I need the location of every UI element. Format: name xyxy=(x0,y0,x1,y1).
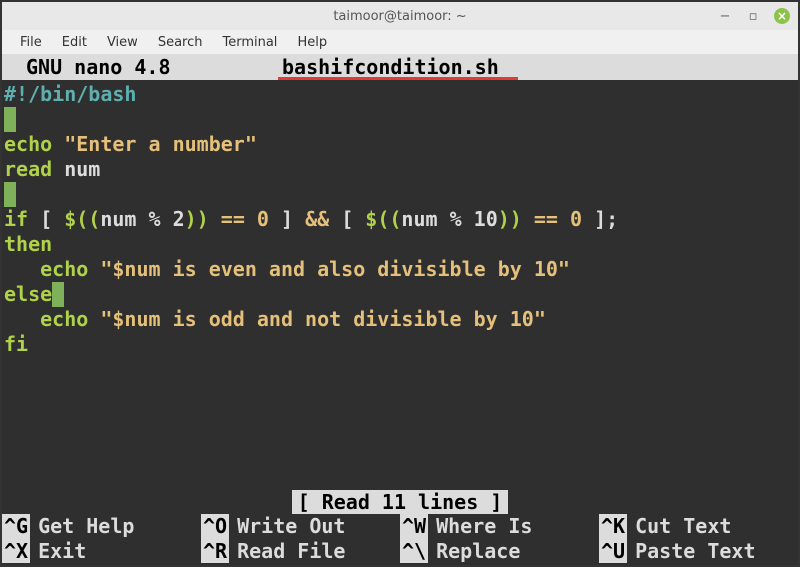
terminal-area[interactable]: GNU nano 4.8 bashifcondition.sh #!/bin/b… xyxy=(2,54,798,565)
shortcut-write-out[interactable]: ^OWrite Out xyxy=(201,514,400,538)
code-content: #!/bin/bash echo "Enter a number" read n… xyxy=(4,82,796,357)
code-read-var: num xyxy=(64,157,100,181)
code-echo2-str: "$num is even and also divisible by 10" xyxy=(100,257,570,281)
code-else-kw: else xyxy=(4,282,52,306)
code-shebang: #!/bin/bash xyxy=(4,82,136,106)
code-if-kw: if xyxy=(4,207,28,231)
menu-help[interactable]: Help xyxy=(287,33,337,52)
shortcut-paste-text[interactable]: ^UPaste Text xyxy=(599,539,798,563)
code-echo3-str: "$num is odd and not divisible by 10" xyxy=(100,307,546,331)
shortcut-where-is[interactable]: ^WWhere Is xyxy=(400,514,599,538)
menu-view[interactable]: View xyxy=(97,33,148,52)
minimize-button[interactable]: − xyxy=(718,9,732,23)
menu-terminal[interactable]: Terminal xyxy=(212,33,287,52)
nano-shortcuts: ^GGet Help ^OWrite Out ^WWhere Is ^KCut … xyxy=(2,514,798,565)
shortcut-cut-text[interactable]: ^KCut Text xyxy=(599,514,798,538)
menu-edit[interactable]: Edit xyxy=(52,33,97,52)
shortcut-read-file[interactable]: ^RRead File xyxy=(201,539,400,563)
terminal-window: taimoor@taimoor: ~ − ▫ × File Edit View … xyxy=(0,0,800,567)
cursor-icon xyxy=(4,107,16,132)
cursor-icon xyxy=(4,182,16,207)
editor-body[interactable]: #!/bin/bash echo "Enter a number" read n… xyxy=(2,80,798,489)
window-controls: − ▫ × xyxy=(718,8,790,24)
shortcut-row-1: ^GGet Help ^OWrite Out ^WWhere Is ^KCut … xyxy=(2,514,798,538)
window-title-bar: taimoor@taimoor: ~ − ▫ × xyxy=(2,2,798,30)
code-echo-str: "Enter a number" xyxy=(64,132,257,156)
menu-search[interactable]: Search xyxy=(148,33,213,52)
code-read-kw: read xyxy=(4,157,52,181)
maximize-button[interactable]: ▫ xyxy=(746,9,760,23)
shortcut-get-help[interactable]: ^GGet Help xyxy=(2,514,201,538)
code-echo2-kw: echo xyxy=(40,257,88,281)
code-echo-kw: echo xyxy=(4,132,52,156)
close-button[interactable]: × xyxy=(774,8,790,24)
code-then-kw: then xyxy=(4,232,52,256)
nano-filename: bashifcondition.sh xyxy=(282,55,499,79)
menu-bar: File Edit View Search Terminal Help xyxy=(2,30,798,54)
cursor-icon xyxy=(52,282,64,307)
filename-underline-icon xyxy=(278,77,518,80)
code-echo3-kw: echo xyxy=(40,307,88,331)
window-title: taimoor@taimoor: ~ xyxy=(333,9,466,24)
nano-status-text: [ Read 11 lines ] xyxy=(292,490,509,514)
nano-filename-text: bashifcondition.sh xyxy=(282,55,499,79)
nano-header: GNU nano 4.8 bashifcondition.sh xyxy=(2,54,798,80)
shortcut-row-2: ^XExit ^RRead File ^\Replace ^UPaste Tex… xyxy=(2,539,798,563)
shortcut-replace[interactable]: ^\Replace xyxy=(400,539,599,563)
nano-status-line: [ Read 11 lines ] xyxy=(2,490,798,514)
shortcut-exit[interactable]: ^XExit xyxy=(2,539,201,563)
code-fi-kw: fi xyxy=(4,332,28,356)
nano-app-label: GNU nano 4.8 xyxy=(2,55,282,79)
menu-file[interactable]: File xyxy=(10,33,52,52)
